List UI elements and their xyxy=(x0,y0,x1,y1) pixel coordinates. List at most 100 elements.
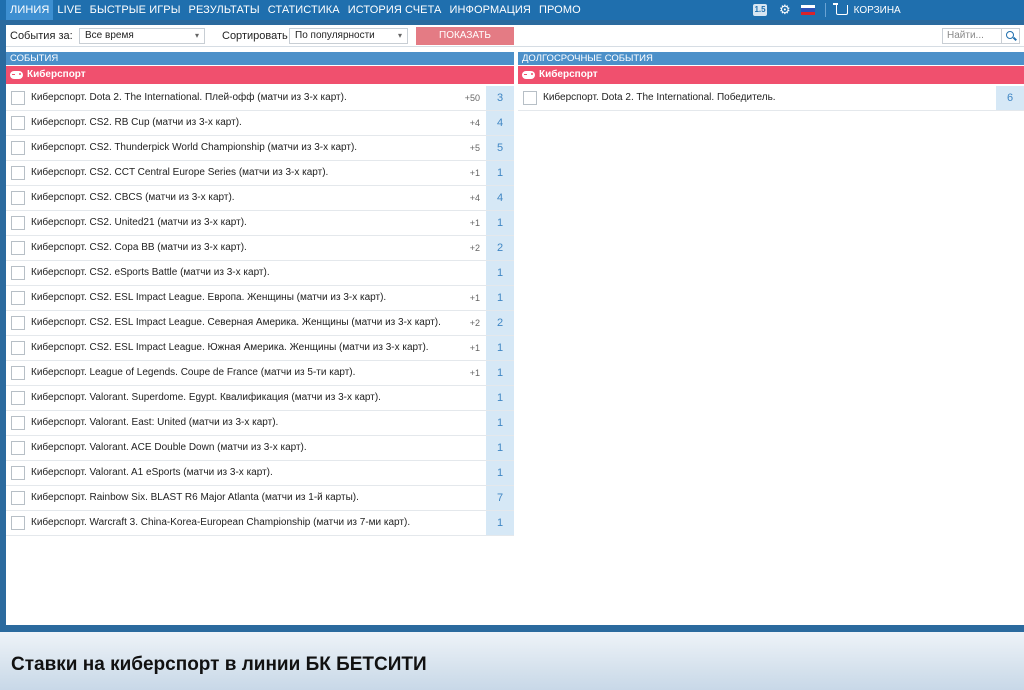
row-checkbox[interactable] xyxy=(11,216,25,230)
row-checkbox[interactable] xyxy=(523,91,537,105)
nav-item[interactable]: ИСТОРИЯ СЧЕТА xyxy=(344,0,446,20)
row-checkbox[interactable] xyxy=(11,316,25,330)
list-item[interactable]: Киберспорт. CS2. eSports Battle (матчи и… xyxy=(6,261,514,286)
row-more-count[interactable]: +4 xyxy=(470,111,480,135)
list-item[interactable]: Киберспорт. Valorant. Superdome. Egypt. … xyxy=(6,386,514,411)
row-event-count[interactable]: 1 xyxy=(486,336,514,360)
nav-item[interactable]: РЕЗУЛЬТАТЫ xyxy=(185,0,264,20)
row-label: Киберспорт. Valorant. East: United (матч… xyxy=(31,417,279,428)
search-input[interactable]: Найти... xyxy=(942,28,1020,44)
list-item[interactable]: Киберспорт. CS2. United21 (матчи из 3-х … xyxy=(6,211,514,236)
row-checkbox[interactable] xyxy=(11,141,25,155)
list-item[interactable]: Киберспорт. CS2. Thunderpick World Champ… xyxy=(6,136,514,161)
longterm-sport-label: Киберспорт xyxy=(539,69,598,80)
row-event-count[interactable]: 1 xyxy=(486,386,514,410)
row-checkbox[interactable] xyxy=(11,516,25,530)
row-event-count[interactable]: 1 xyxy=(486,436,514,460)
list-item[interactable]: Киберспорт. Dota 2. The International. П… xyxy=(518,86,1024,111)
period-select[interactable]: Все время ▾ xyxy=(79,28,205,44)
row-event-count[interactable]: 2 xyxy=(486,311,514,335)
list-item[interactable]: Киберспорт. Dota 2. The International. П… xyxy=(6,86,514,111)
row-checkbox[interactable] xyxy=(11,191,25,205)
row-more-count[interactable]: +1 xyxy=(470,211,480,235)
row-checkbox[interactable] xyxy=(11,491,25,505)
row-label: Киберспорт. Dota 2. The International. П… xyxy=(543,92,776,103)
show-button[interactable]: ПОКАЗАТЬ xyxy=(416,27,514,45)
list-item[interactable]: Киберспорт. Valorant. East: United (матч… xyxy=(6,411,514,436)
row-event-count[interactable]: 3 xyxy=(486,86,514,110)
row-event-count[interactable]: 7 xyxy=(486,486,514,510)
list-item[interactable]: Киберспорт. CS2. CCT Central Europe Seri… xyxy=(6,161,514,186)
list-item[interactable]: Киберспорт. Valorant. ACE Double Down (м… xyxy=(6,436,514,461)
nav-item[interactable]: БЫСТРЫЕ ИГРЫ xyxy=(86,0,185,20)
row-checkbox[interactable] xyxy=(11,341,25,355)
row-more-count[interactable]: +1 xyxy=(470,286,480,310)
row-label: Киберспорт. CS2. Thunderpick World Champ… xyxy=(31,142,358,153)
row-event-count[interactable]: 1 xyxy=(486,161,514,185)
list-item[interactable]: Киберспорт. Valorant. A1 eSports (матчи … xyxy=(6,461,514,486)
search-icon[interactable] xyxy=(1001,28,1019,44)
list-item[interactable]: Киберспорт. Rainbow Six. BLAST R6 Major … xyxy=(6,486,514,511)
row-label: Киберспорт. CS2. United21 (матчи из 3-х … xyxy=(31,217,247,228)
row-event-count[interactable]: 4 xyxy=(486,186,514,210)
row-event-count[interactable]: 1 xyxy=(486,411,514,435)
gear-icon[interactable]: ⚙ xyxy=(779,0,791,20)
row-event-count[interactable]: 1 xyxy=(486,261,514,285)
row-more-count[interactable]: +2 xyxy=(470,236,480,260)
odds-format-icon[interactable]: 1.5 xyxy=(753,4,767,16)
row-event-count[interactable]: 1 xyxy=(486,211,514,235)
row-event-count[interactable]: 1 xyxy=(486,511,514,535)
gamepad-icon xyxy=(10,71,23,79)
sort-select[interactable]: По популярности ▾ xyxy=(289,28,408,44)
row-event-count[interactable]: 6 xyxy=(996,86,1024,110)
list-item[interactable]: Киберспорт. CS2. RB Cup (матчи из 3-х ка… xyxy=(6,111,514,136)
events-sport-header[interactable]: Киберспорт xyxy=(6,66,514,84)
row-event-count[interactable]: 1 xyxy=(486,286,514,310)
list-item[interactable]: Киберспорт. CS2. Copa BB (матчи из 3-х к… xyxy=(6,236,514,261)
list-item[interactable]: Киберспорт. Warcraft 3. China-Korea-Euro… xyxy=(6,511,514,536)
row-event-count[interactable]: 4 xyxy=(486,111,514,135)
row-checkbox[interactable] xyxy=(11,91,25,105)
nav-item[interactable]: ПРОМО xyxy=(535,0,585,20)
row-more-count[interactable]: +1 xyxy=(470,361,480,385)
row-checkbox[interactable] xyxy=(11,391,25,405)
chevron-down-icon: ▾ xyxy=(194,31,199,40)
russia-flag-icon[interactable] xyxy=(800,5,815,15)
list-item[interactable]: Киберспорт. CS2. ESL Impact League. Евро… xyxy=(6,286,514,311)
sort-label: Сортировать xyxy=(222,30,288,42)
row-more-count[interactable]: +50 xyxy=(465,86,480,110)
row-more-count[interactable]: +5 xyxy=(470,136,480,160)
row-event-count[interactable]: 1 xyxy=(486,461,514,485)
row-event-count[interactable]: 5 xyxy=(486,136,514,160)
row-checkbox[interactable] xyxy=(11,116,25,130)
row-label: Киберспорт. League of Legends. Coupe de … xyxy=(31,367,356,378)
row-checkbox[interactable] xyxy=(11,366,25,380)
list-item[interactable]: Киберспорт. League of Legends. Coupe de … xyxy=(6,361,514,386)
sort-select-value: По популярности xyxy=(295,30,375,41)
row-checkbox[interactable] xyxy=(11,241,25,255)
events-for-label: События за: xyxy=(10,30,73,42)
row-event-count[interactable]: 2 xyxy=(486,236,514,260)
longterm-sport-header[interactable]: Киберспорт xyxy=(518,66,1024,84)
row-event-count[interactable]: 1 xyxy=(486,361,514,385)
row-more-count[interactable]: +1 xyxy=(470,161,480,185)
row-checkbox[interactable] xyxy=(11,441,25,455)
row-more-count[interactable]: +1 xyxy=(470,336,480,360)
row-checkbox[interactable] xyxy=(11,291,25,305)
nav-item[interactable]: ИНФОРМАЦИЯ xyxy=(445,0,534,20)
row-checkbox[interactable] xyxy=(11,416,25,430)
list-item[interactable]: Киберспорт. CS2. ESL Impact League. Южна… xyxy=(6,336,514,361)
row-more-count[interactable]: +2 xyxy=(470,311,480,335)
list-item[interactable]: Киберспорт. CS2. CBCS (матчи из 3-х карт… xyxy=(6,186,514,211)
row-checkbox[interactable] xyxy=(11,466,25,480)
nav-item[interactable]: ЛИНИЯ xyxy=(6,0,54,20)
list-item[interactable]: Киберспорт. CS2. ESL Impact League. Севе… xyxy=(6,311,514,336)
row-label: Киберспорт. CS2. CBCS (матчи из 3-х карт… xyxy=(31,192,235,203)
row-checkbox[interactable] xyxy=(11,166,25,180)
row-more-count[interactable]: +4 xyxy=(470,186,480,210)
row-checkbox[interactable] xyxy=(11,266,25,280)
nav-item[interactable]: СТАТИСТИКА xyxy=(264,0,344,20)
cart-button[interactable]: КОРЗИНА xyxy=(832,3,901,16)
search-placeholder: Найти... xyxy=(947,30,984,41)
nav-item[interactable]: LIVE xyxy=(53,0,85,20)
